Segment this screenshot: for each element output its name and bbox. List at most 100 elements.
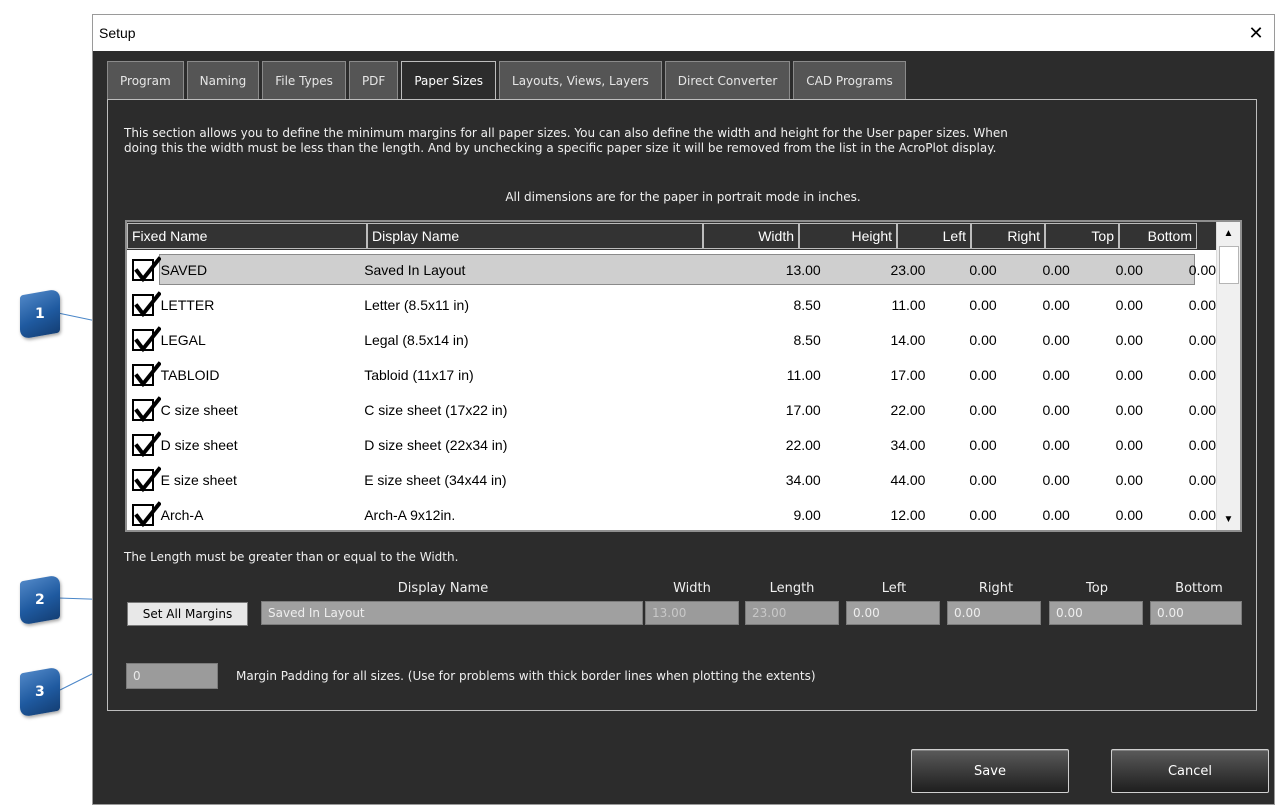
cell-display-name: Legal (8.5x14 in) (364, 331, 469, 348)
paper-size-grid[interactable]: Fixed Name Display Name Width Height Lef… (125, 220, 1242, 532)
cell-height: 22.00 (890, 401, 926, 418)
cell-top: 0.00 (1115, 331, 1143, 348)
cell-left: 0.00 (969, 401, 997, 418)
cell-right: 0.00 (1042, 471, 1070, 488)
cell-height: 44.00 (890, 471, 926, 488)
tab-direct-converter[interactable]: Direct Converter (664, 61, 791, 99)
col-left[interactable]: Left (897, 223, 971, 249)
row-checkbox[interactable] (127, 395, 161, 422)
length-field[interactable]: 23.00 (745, 601, 839, 625)
row-checkbox[interactable] (127, 255, 161, 282)
scroll-up-icon[interactable]: ▲ (1217, 222, 1240, 244)
cell-fixed-name: TABLOID (160, 366, 220, 383)
row-checkbox[interactable] (127, 290, 161, 317)
tab-cad-programs[interactable]: CAD Programs (793, 61, 906, 99)
cell-bottom: 0.00 (1188, 296, 1217, 313)
cell-height: 17.00 (890, 366, 926, 383)
cell-bottom: 0.00 (1188, 506, 1217, 523)
cell-display-name: C size sheet (17x22 in) (364, 401, 508, 418)
checkbox-checked-icon[interactable] (131, 325, 161, 352)
row-checkbox[interactable] (127, 465, 161, 492)
set-all-margins-button[interactable]: Set All Margins (127, 602, 248, 626)
checkbox-checked-icon[interactable] (131, 360, 161, 387)
bottom-margin-field[interactable]: 0.00 (1150, 601, 1242, 625)
col-top[interactable]: Top (1045, 223, 1119, 249)
table-row[interactable]: C size sheet C size sheet (17x22 in) 17.00… (127, 392, 1216, 427)
cell-width: 8.50 (793, 296, 821, 313)
cell-left: 0.00 (969, 471, 997, 488)
cell-fixed-name: SAVED (160, 261, 208, 278)
tab-layouts-views-layers[interactable]: Layouts, Views, Layers (499, 61, 662, 99)
tab-pdf[interactable]: PDF (348, 61, 399, 99)
close-icon[interactable]: ✕ (1244, 23, 1268, 44)
table-row[interactable]: D size sheet D size sheet (22x34 in) 22.00… (127, 427, 1216, 462)
checkbox-checked-icon[interactable] (131, 395, 161, 422)
callout-1: 1 (20, 288, 60, 340)
cell-width: 11.00 (786, 366, 821, 383)
col-fixed-name[interactable]: Fixed Name (127, 223, 367, 249)
cell-left: 0.00 (969, 331, 997, 348)
cell-width: 22.00 (785, 436, 821, 453)
row-checkbox[interactable] (127, 325, 161, 352)
cell-right: 0.00 (1042, 261, 1070, 278)
cancel-button[interactable]: Cancel (1111, 749, 1269, 793)
cell-right: 0.00 (1042, 366, 1070, 383)
checkbox-checked-icon[interactable] (131, 290, 161, 317)
label-length: Length (769, 581, 815, 596)
cell-top: 0.00 (1115, 471, 1143, 488)
callout-3: 3 (20, 666, 60, 718)
cell-display-name: Saved In Layout (364, 261, 466, 278)
cell-bottom: 0.00 (1188, 401, 1217, 418)
cell-width: 13.00 (785, 261, 821, 278)
display-name-field[interactable]: Saved In Layout (261, 601, 643, 625)
cell-width: 17.00 (785, 401, 821, 418)
checkbox-checked-icon[interactable] (131, 255, 161, 282)
right-margin-field[interactable]: 0.00 (947, 601, 1041, 625)
width-field[interactable]: 13.00 (645, 601, 739, 625)
scroll-down-icon[interactable]: ▼ (1217, 508, 1240, 530)
grid-rows: SAVED Saved In Layout 13.00 23.00 0.00 0.00 0.… (127, 252, 1216, 532)
checkbox-checked-icon[interactable] (131, 430, 161, 457)
cell-bottom: 0.00 (1188, 331, 1217, 348)
left-margin-field[interactable]: 0.00 (846, 601, 940, 625)
cell-left: 0.00 (969, 436, 997, 453)
grid-scrollbar[interactable]: ▲ ▼ (1216, 222, 1240, 530)
label-right: Right (978, 581, 1014, 596)
cell-top: 0.00 (1115, 506, 1143, 523)
cell-right: 0.00 (1042, 331, 1070, 348)
cell-bottom: 0.00 (1188, 436, 1217, 453)
cell-fixed-name: E size sheet (160, 471, 237, 488)
table-row[interactable]: E size sheet E size sheet (34x44 in) 34.00… (127, 462, 1216, 497)
top-margin-field[interactable]: 0.00 (1049, 601, 1143, 625)
cell-right: 0.00 (1042, 401, 1070, 418)
cell-fixed-name: C size sheet (160, 401, 238, 418)
tab-program[interactable]: Program (107, 61, 184, 99)
row-checkbox[interactable] (127, 430, 161, 457)
table-row[interactable]: SAVED Saved In Layout 13.00 23.00 0.00 0.00 0.… (127, 252, 1216, 287)
row-checkbox[interactable] (127, 500, 161, 527)
col-right[interactable]: Right (971, 223, 1045, 249)
tab-paper-sizes[interactable]: Paper Sizes (401, 61, 497, 99)
cell-display-name: D size sheet (22x34 in) (364, 436, 508, 453)
table-row[interactable]: TABLOID Tabloid (11x17 in) 11.00 17.00 0.00 0… (127, 357, 1216, 392)
col-width[interactable]: Width (703, 223, 799, 249)
table-row[interactable]: Arch-A Arch-A 9x12in. 9.00 12.00 0.00 0.00 0.0… (127, 497, 1216, 532)
save-button[interactable]: Save (911, 749, 1069, 793)
col-bottom[interactable]: Bottom (1119, 223, 1197, 249)
table-row[interactable]: LEGAL Legal (8.5x14 in) 8.50 14.00 0.00 0.00 0… (127, 322, 1216, 357)
margin-padding-field[interactable]: 0 (126, 663, 218, 689)
checkbox-checked-icon[interactable] (131, 465, 161, 492)
label-display-name: Display Name (397, 581, 489, 596)
window-title: Setup (99, 25, 136, 41)
row-checkbox[interactable] (127, 360, 161, 387)
col-display-name[interactable]: Display Name (367, 223, 703, 249)
tab-file-types[interactable]: File Types (262, 61, 346, 99)
cell-fixed-name: Arch-A (160, 506, 204, 523)
section-description: This section allows you to define the mi… (124, 126, 1244, 156)
scroll-thumb[interactable] (1219, 246, 1239, 284)
checkbox-checked-icon[interactable] (131, 500, 161, 527)
table-row[interactable]: LETTER Letter (8.5x11 in) 8.50 11.00 0.00 0.0… (127, 287, 1216, 322)
cell-height: 12.00 (890, 506, 926, 523)
col-height[interactable]: Height (799, 223, 897, 249)
tab-naming[interactable]: Naming (186, 61, 260, 99)
